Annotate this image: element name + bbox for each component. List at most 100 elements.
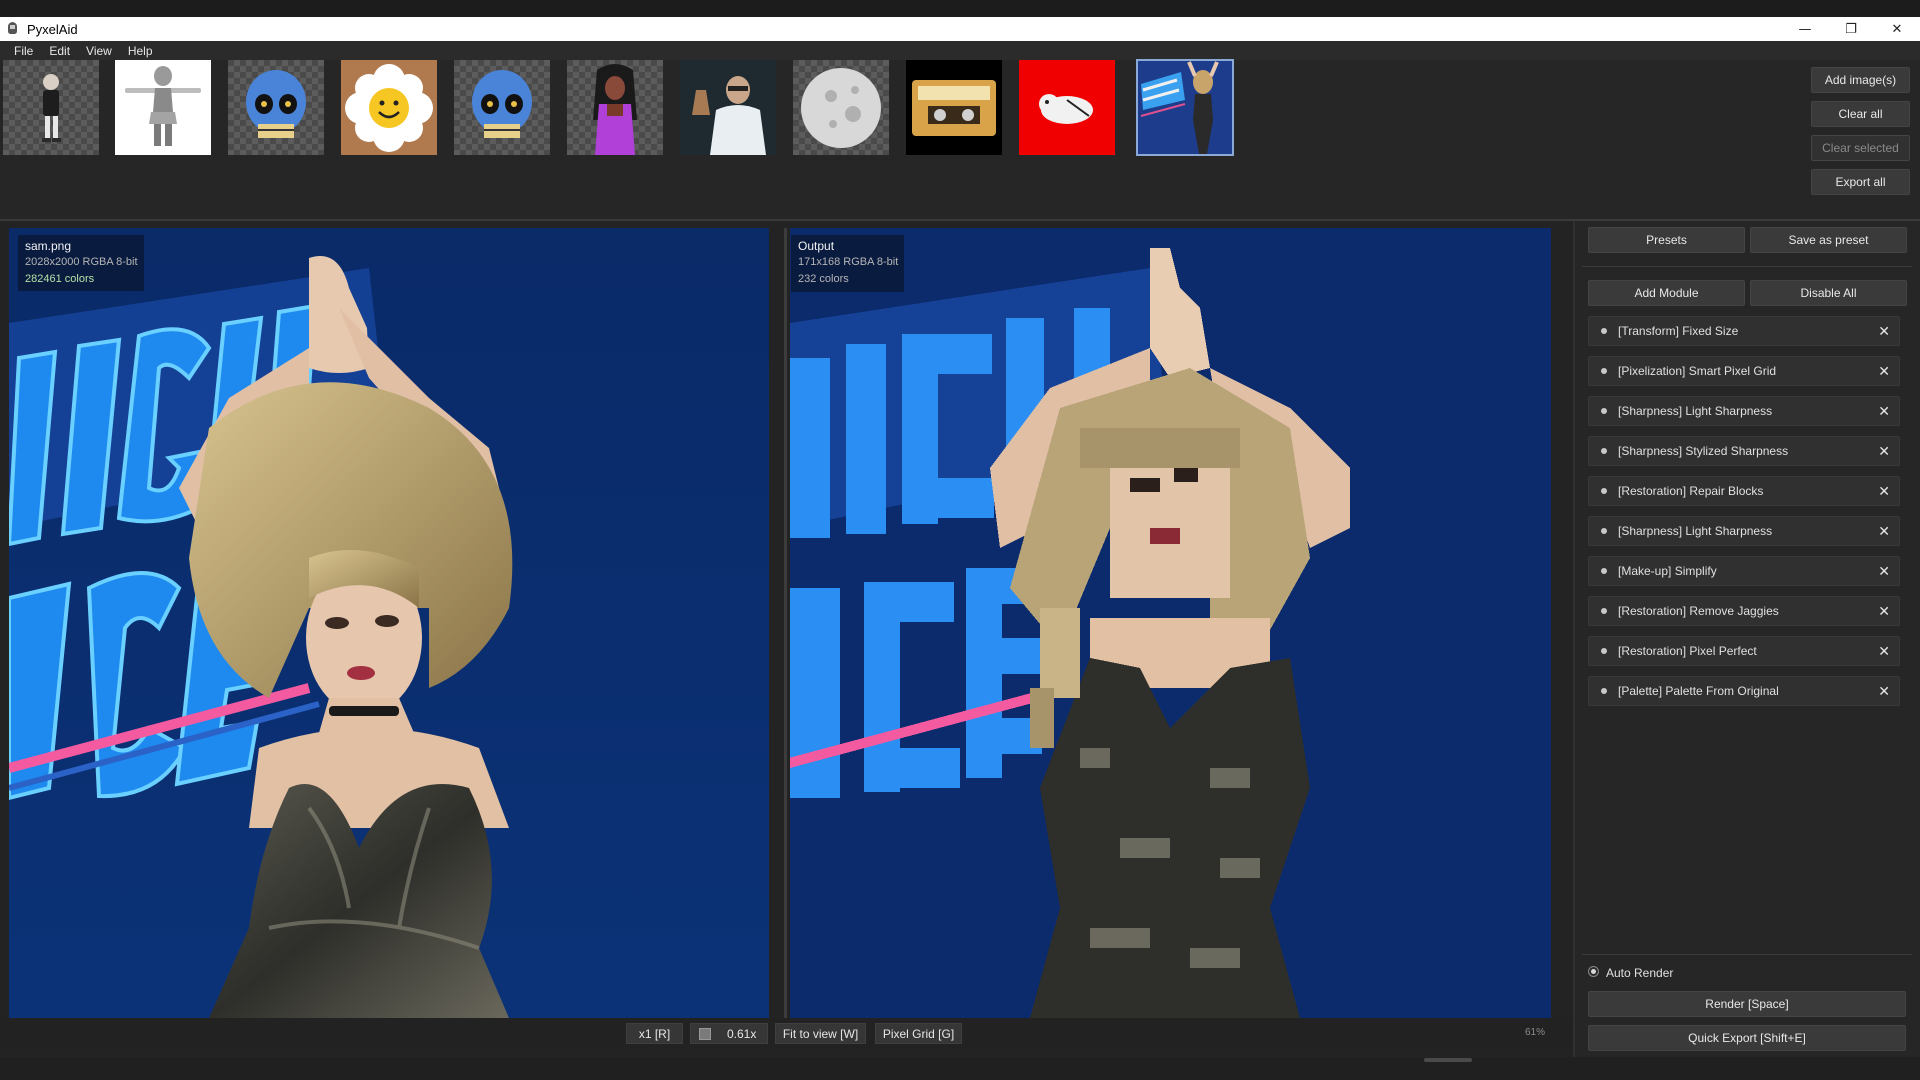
- thumb-purple-woman[interactable]: [567, 60, 663, 155]
- thumb-scientist[interactable]: [680, 60, 776, 155]
- module-row[interactable]: [Sharpness] Stylized Sharpness ✕: [1588, 436, 1900, 466]
- close-window-icon[interactable]: ✕: [1874, 17, 1920, 41]
- module-enabled-dot-icon[interactable]: [1601, 328, 1607, 334]
- module-row[interactable]: [Restoration] Pixel Perfect ✕: [1588, 636, 1900, 666]
- render-button[interactable]: Render [Space]: [1588, 991, 1906, 1017]
- module-enabled-dot-icon[interactable]: [1601, 368, 1607, 374]
- module-enabled-dot-icon[interactable]: [1601, 448, 1607, 454]
- remove-module-icon[interactable]: ✕: [1878, 603, 1890, 619]
- zoom-percentage: 61%: [1525, 1027, 1546, 1038]
- remove-module-icon[interactable]: ✕: [1878, 363, 1890, 379]
- output-viewer[interactable]: Output 171x168 RGBA 8-bit 232 colors: [790, 228, 1551, 1018]
- thumb-smiley-flower[interactable]: [341, 60, 437, 155]
- remove-module-icon[interactable]: ✕: [1878, 323, 1890, 339]
- quick-export-button[interactable]: Quick Export [Shift+E]: [1588, 1025, 1906, 1051]
- source-color-count: 282461 colors: [25, 273, 95, 285]
- panel-divider-bottom: [1582, 954, 1912, 955]
- zoom-value: 0.61x: [727, 1026, 757, 1041]
- remove-module-icon[interactable]: ✕: [1878, 443, 1890, 459]
- clear-selected-button[interactable]: Clear selected: [1811, 135, 1910, 161]
- thumb-night-dancers[interactable]: [1136, 59, 1234, 156]
- module-label: [Sharpness] Light Sharpness: [1618, 524, 1773, 538]
- menu-help[interactable]: Help: [120, 44, 161, 58]
- thumb-skull-2[interactable]: [454, 60, 550, 155]
- remove-module-icon[interactable]: ✕: [1878, 563, 1890, 579]
- output-color-count: 232 colors: [798, 273, 849, 285]
- window-title: PyxelAid: [27, 21, 78, 37]
- source-info: sam.png 2028x2000 RGBA 8-bit 282461 colo…: [18, 235, 144, 291]
- menu-file[interactable]: File: [6, 44, 41, 58]
- module-row[interactable]: [Sharpness] Light Sharpness ✕: [1588, 396, 1900, 426]
- zoom-1x-button[interactable]: x1 [R]: [626, 1023, 683, 1044]
- source-image: [9, 228, 769, 1018]
- output-meta: 171x168 RGBA 8-bit: [798, 256, 899, 268]
- disable-all-button[interactable]: Disable All: [1750, 280, 1907, 306]
- module-row[interactable]: [Palette] Palette From Original ✕: [1588, 676, 1900, 706]
- thumbnail-strip: [0, 59, 1920, 220]
- presets-button[interactable]: Presets: [1588, 227, 1745, 253]
- module-enabled-dot-icon[interactable]: [1601, 568, 1607, 574]
- thumb-moon-ball[interactable]: [793, 60, 889, 155]
- module-row[interactable]: [Restoration] Repair Blocks ✕: [1588, 476, 1900, 506]
- module-label: [Sharpness] Light Sharpness: [1618, 404, 1773, 418]
- panel-divider: [1582, 266, 1912, 267]
- remove-module-icon[interactable]: ✕: [1878, 483, 1890, 499]
- menu-bar: File Edit View Help: [0, 41, 1920, 60]
- module-row[interactable]: [Make-up] Simplify ✕: [1588, 556, 1900, 586]
- module-enabled-dot-icon[interactable]: [1601, 688, 1607, 694]
- zoom-swatch-icon: [699, 1027, 711, 1040]
- top-dark-strip: [0, 0, 1920, 17]
- module-enabled-dot-icon[interactable]: [1601, 648, 1607, 654]
- module-label: [Make-up] Simplify: [1618, 564, 1717, 578]
- module-label: [Sharpness] Stylized Sharpness: [1618, 444, 1789, 458]
- export-all-button[interactable]: Export all: [1811, 169, 1910, 195]
- module-label: [Palette] Palette From Original: [1618, 684, 1779, 698]
- module-label: [Restoration] Repair Blocks: [1618, 484, 1764, 498]
- maximize-icon[interactable]: ❐: [1828, 17, 1874, 41]
- horizontal-scroll-handle[interactable]: [1424, 1058, 1472, 1062]
- menu-view[interactable]: View: [78, 44, 120, 58]
- pixel-grid-button[interactable]: Pixel Grid [G]: [875, 1023, 962, 1044]
- module-enabled-dot-icon[interactable]: [1601, 608, 1607, 614]
- status-bar: [0, 1057, 1920, 1080]
- output-label: Output: [798, 239, 835, 253]
- remove-module-icon[interactable]: ✕: [1878, 643, 1890, 659]
- module-row[interactable]: [Restoration] Remove Jaggies ✕: [1588, 596, 1900, 626]
- module-row[interactable]: [Transform] Fixed Size ✕: [1588, 316, 1900, 346]
- module-label: [Transform] Fixed Size: [1618, 324, 1739, 338]
- viewer-splitter[interactable]: [784, 228, 787, 1018]
- title-bar: PyxelAid — ❐ ✕: [0, 17, 1920, 41]
- fit-to-view-button[interactable]: Fit to view [W]: [775, 1023, 866, 1044]
- thumb-mixtape[interactable]: [906, 60, 1002, 155]
- zoom-field[interactable]: 0.61x: [690, 1023, 768, 1044]
- thumb-red-creature[interactable]: [1019, 60, 1115, 155]
- remove-module-icon[interactable]: ✕: [1878, 523, 1890, 539]
- module-row[interactable]: [Sharpness] Light Sharpness ✕: [1588, 516, 1900, 546]
- add-module-button[interactable]: Add Module: [1588, 280, 1745, 306]
- save-as-preset-button[interactable]: Save as preset: [1750, 227, 1907, 253]
- app-logo-icon: [5, 21, 21, 37]
- minimize-icon[interactable]: —: [1782, 17, 1828, 41]
- source-filename: sam.png: [25, 239, 72, 253]
- thumb-tpose-character[interactable]: [115, 60, 211, 155]
- add-images-button[interactable]: Add image(s): [1811, 67, 1910, 93]
- source-meta: 2028x2000 RGBA 8-bit: [25, 256, 138, 268]
- module-enabled-dot-icon[interactable]: [1601, 408, 1607, 414]
- menu-edit[interactable]: Edit: [41, 44, 78, 58]
- source-viewer[interactable]: sam.png 2028x2000 RGBA 8-bit 282461 colo…: [9, 228, 769, 1018]
- module-label: [Restoration] Remove Jaggies: [1618, 604, 1779, 618]
- thumb-figure-small[interactable]: [3, 60, 99, 155]
- remove-module-icon[interactable]: ✕: [1878, 403, 1890, 419]
- module-enabled-dot-icon[interactable]: [1601, 528, 1607, 534]
- module-enabled-dot-icon[interactable]: [1601, 488, 1607, 494]
- auto-render-label: Auto Render: [1606, 966, 1674, 980]
- module-row[interactable]: [Pixelization] Smart Pixel Grid ✕: [1588, 356, 1900, 386]
- remove-module-icon[interactable]: ✕: [1878, 683, 1890, 699]
- thumb-skull[interactable]: [228, 60, 324, 155]
- output-image: [790, 228, 1551, 1018]
- clear-all-button[interactable]: Clear all: [1811, 101, 1910, 127]
- auto-render-toggle[interactable]: [1588, 966, 1599, 977]
- module-label: [Pixelization] Smart Pixel Grid: [1618, 364, 1777, 378]
- output-info: Output 171x168 RGBA 8-bit 232 colors: [791, 235, 905, 292]
- app-window: PyxelAid — ❐ ✕ File Edit View Help Add i…: [0, 0, 1920, 1080]
